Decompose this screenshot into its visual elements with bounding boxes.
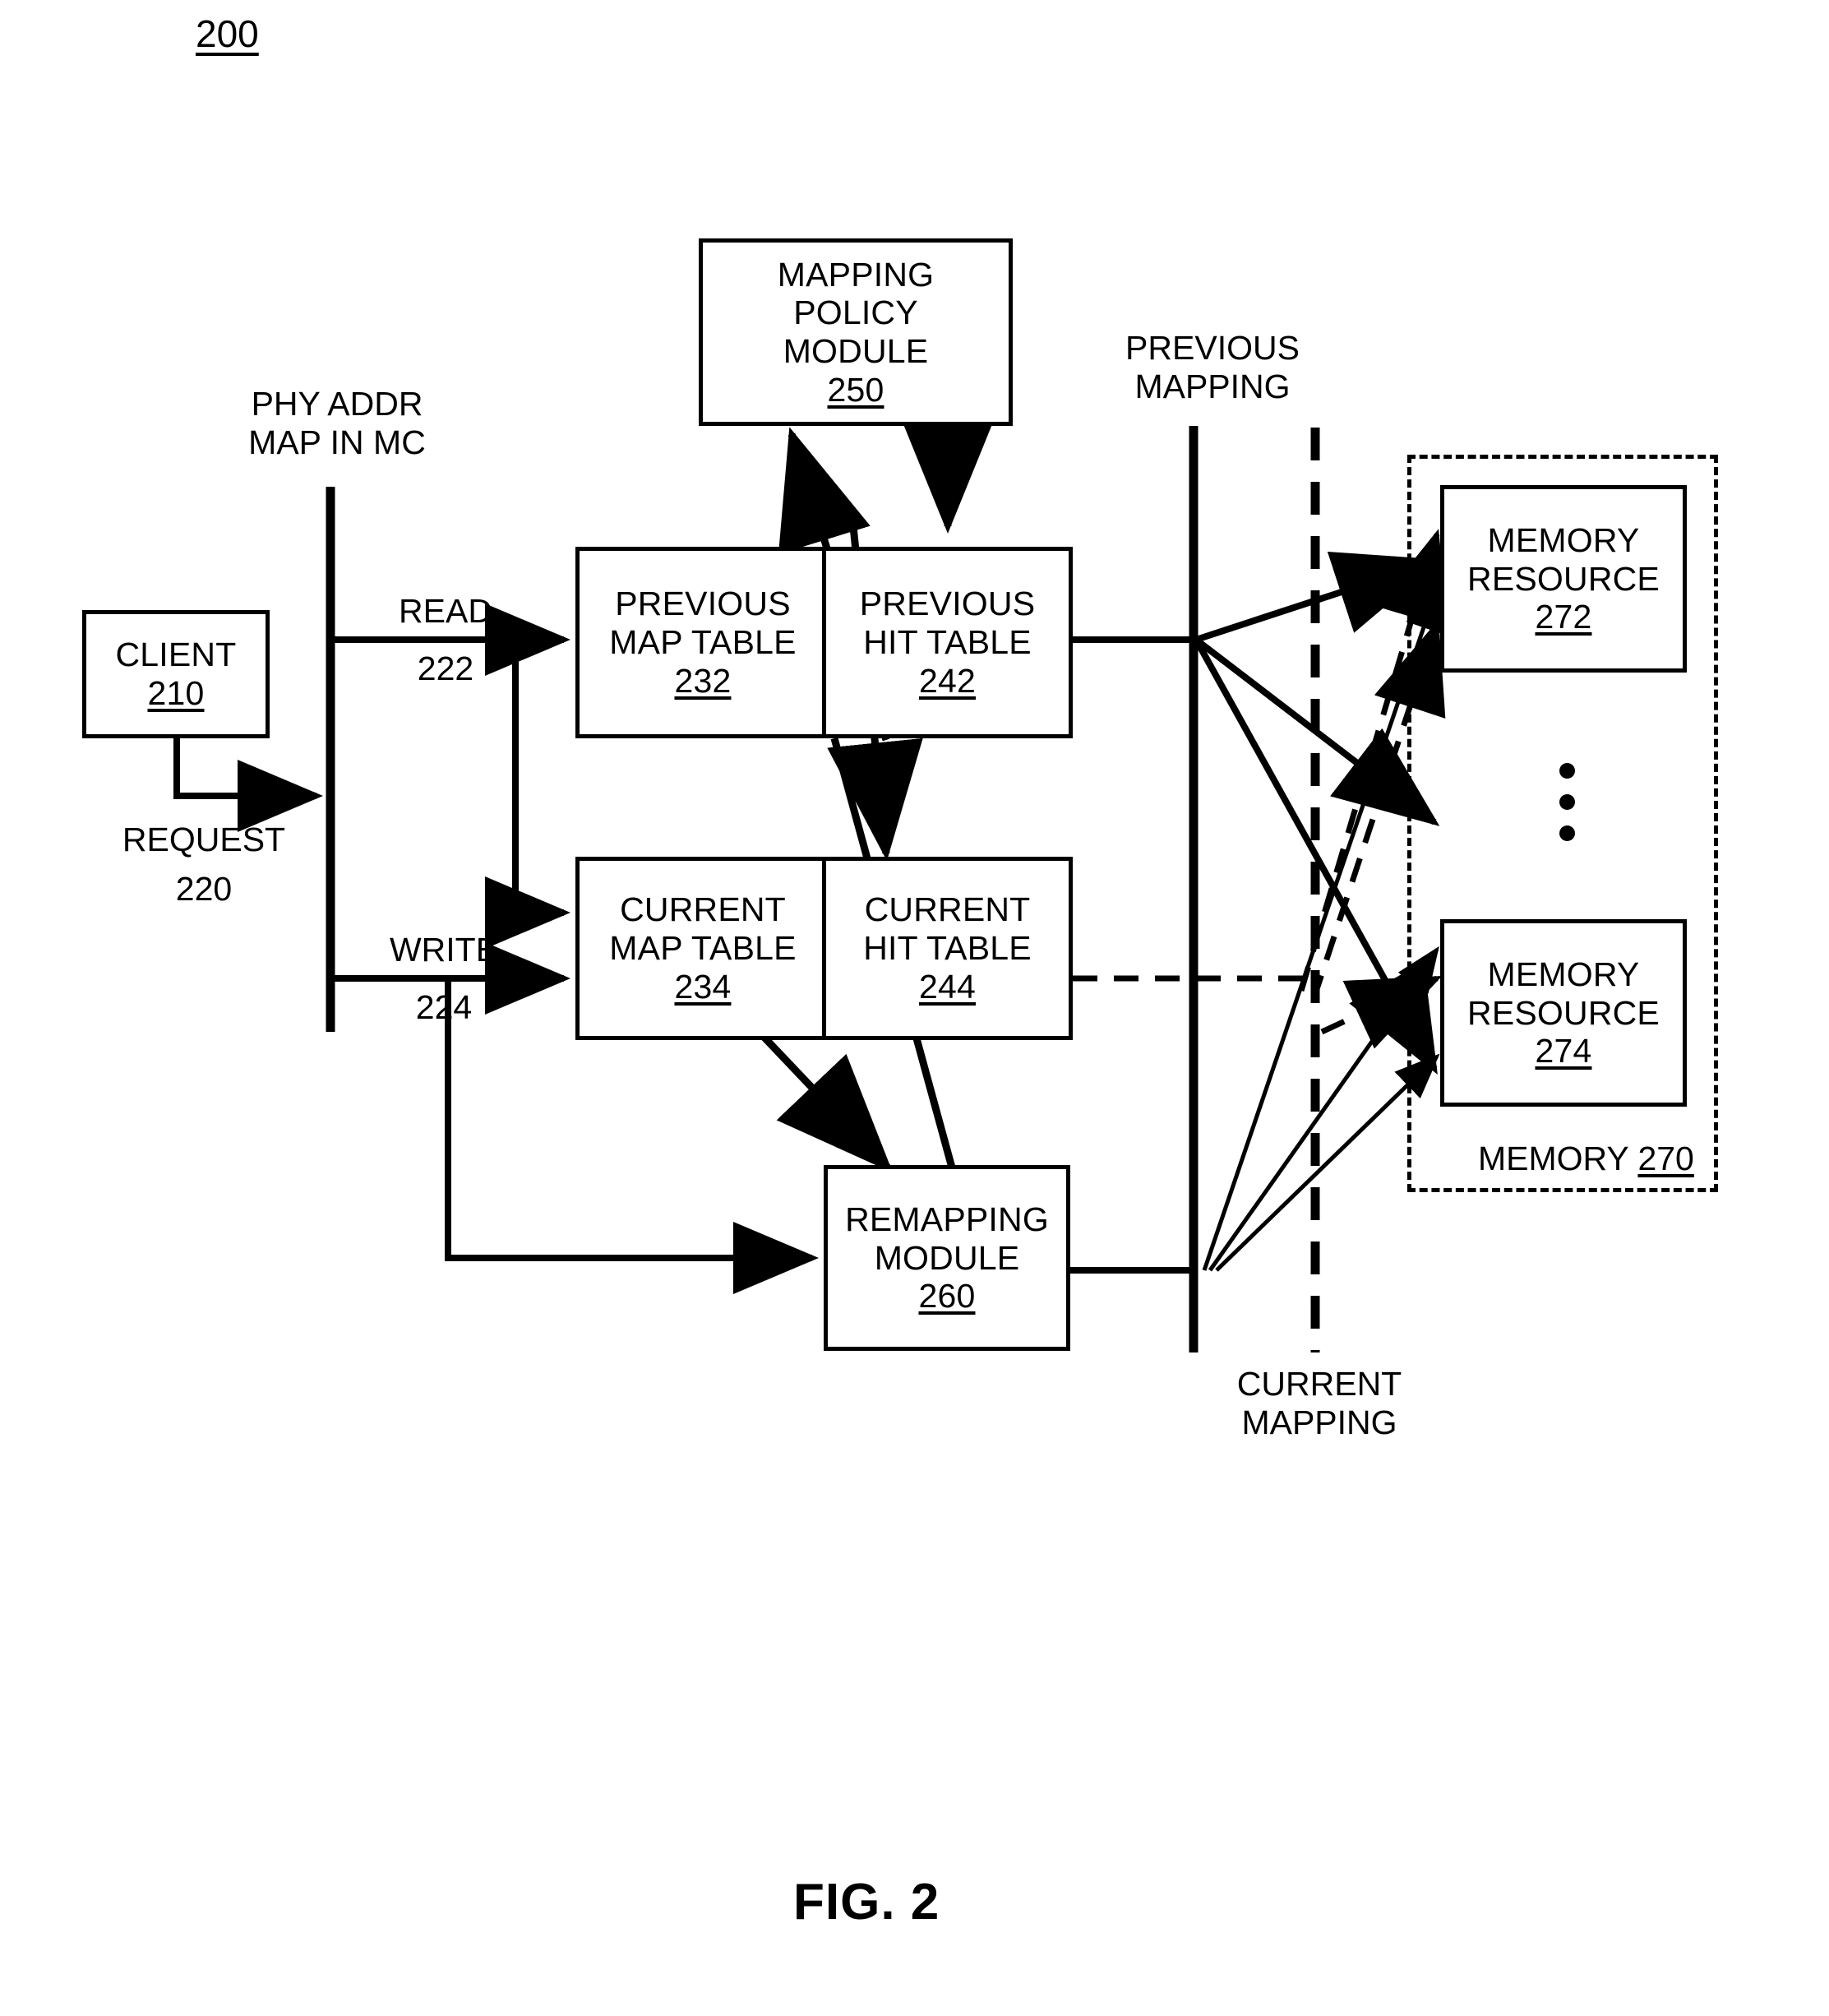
mapping-policy-module-node[interactable]: MAPPING POLICY MODULE 250 — [699, 238, 1013, 426]
read-ref-label: 222 — [372, 650, 520, 688]
previous-mapping-arrow-3 — [1193, 638, 1438, 1075]
read-label: READ — [372, 592, 520, 631]
previous-mapping-line-2: MAPPING — [1134, 367, 1291, 405]
current-map-table-node[interactable]: CURRENT MAP TABLE 234 — [575, 857, 826, 1040]
mapping-policy-ref: 250 — [827, 370, 884, 409]
ellipsis-dot-1 — [1559, 763, 1575, 779]
mapping-policy-line-3: MODULE — [783, 332, 929, 370]
mapping-policy-line-1: MAPPING — [777, 255, 935, 294]
current-mapping-line-2: MAPPING — [1241, 1403, 1397, 1441]
current-map-table-line-1: CURRENT — [620, 890, 786, 929]
request-text: REQUEST — [122, 821, 286, 858]
write-ref: 224 — [415, 988, 473, 1026]
previous-map-table-line-1: PREVIOUS — [615, 585, 791, 623]
current-map-table-line-2: MAP TABLE — [609, 929, 797, 968]
previous-mapping-arrow-1 — [1194, 551, 1441, 643]
previous-mapping-label: PREVIOUS MAPPING — [1102, 329, 1323, 405]
previous-map-table-line-2: MAP TABLE — [609, 623, 797, 662]
memory-resource-272-line-1: MEMORY — [1487, 520, 1640, 559]
client-ref: 210 — [147, 674, 205, 712]
current-mapping-arrow-2 — [1208, 946, 1439, 1272]
read-text: READ — [399, 592, 492, 630]
previous-map-table-node[interactable]: PREVIOUS MAP TABLE 232 — [575, 547, 826, 738]
mapping-policy-line-2: POLICY — [793, 294, 918, 332]
read-ref: 222 — [417, 650, 474, 687]
memory-resource-274-line-2: RESOURCE — [1467, 993, 1660, 1032]
current-hit-table-node[interactable]: CURRENT HIT TABLE 244 — [822, 857, 1073, 1040]
memory-resource-274-ref: 274 — [1535, 1032, 1592, 1070]
memory-group-ref: 270 — [1637, 1140, 1694, 1177]
memory-resource-272-node[interactable]: MEMORY RESOURCE 272 — [1440, 485, 1687, 673]
current-map-table-ref: 234 — [674, 967, 732, 1006]
previous-hit-table-ref: 242 — [918, 661, 976, 700]
read-branch-connector — [485, 640, 570, 949]
client-node[interactable]: CLIENT 210 — [82, 610, 270, 738]
memory-resource-272-ref: 272 — [1535, 598, 1592, 636]
figure-canvas: 200 CLIENT 210 MAPPING POLICY MODULE 250… — [0, 0, 1829, 2016]
ellipsis-dot-2 — [1559, 794, 1575, 810]
memory-resource-272-line-2: RESOURCE — [1467, 559, 1660, 598]
phy-addr-map-label: PHY ADDR MAP IN MC — [230, 385, 444, 461]
previous-hit-table-node[interactable]: PREVIOUS HIT TABLE 242 — [822, 547, 1073, 738]
phy-addr-map-line-2: MAP IN MC — [248, 423, 426, 461]
memory-group-text: MEMORY — [1478, 1140, 1629, 1177]
current-hit-table-line-2: HIT TABLE — [863, 929, 1032, 968]
request-label: REQUEST — [97, 821, 311, 859]
write-text: WRITE — [389, 931, 499, 969]
current-mapping-arrow-3 — [1215, 1053, 1440, 1272]
ellipsis-dot-3 — [1559, 825, 1575, 841]
previous-map-table-ref: 232 — [674, 661, 732, 700]
figure-caption-text: FIG. 2 — [793, 1874, 940, 1930]
request-ref-label: 220 — [97, 870, 311, 909]
request-ref: 220 — [175, 870, 233, 908]
previous-hit-table-line-1: PREVIOUS — [859, 585, 1036, 623]
previous-mapping-arrow-2 — [1194, 636, 1440, 826]
current-map-remapping-arrow — [653, 923, 894, 1173]
remapping-module-ref: 260 — [918, 1277, 976, 1315]
remapping-module-node[interactable]: REMAPPING MODULE 260 — [824, 1165, 1070, 1351]
current-hit-table-line-1: CURRENT — [864, 890, 1031, 929]
current-mapping-line-1: CURRENT — [1236, 1365, 1402, 1403]
previous-mapping-line-1: PREVIOUS — [1125, 329, 1300, 367]
client-label: CLIENT — [115, 636, 237, 674]
write-label: WRITE — [362, 931, 526, 969]
current-hit-table-ref: 244 — [918, 967, 976, 1006]
request-connector — [173, 738, 323, 832]
figure-caption: FIG. 2 — [793, 1873, 940, 1931]
memory-resource-274-line-1: MEMORY — [1487, 955, 1640, 993]
current-mapping-arrow-1 — [1202, 585, 1442, 1271]
previous-hit-table-line-2: HIT TABLE — [863, 623, 1032, 662]
remapping-module-line-2: MODULE — [874, 1238, 1020, 1277]
memory-group-label: MEMORY 270 — [1478, 1140, 1694, 1178]
write-ref-label: 224 — [362, 988, 526, 1027]
figure-number: 200 — [196, 12, 259, 55]
remapping-module-line-1: REMAPPING — [845, 1200, 1049, 1238]
phy-addr-map-line-1: PHY ADDR — [251, 385, 423, 423]
memory-resource-274-node[interactable]: MEMORY RESOURCE 274 — [1440, 919, 1687, 1107]
current-mapping-label: CURRENT MAPPING — [1217, 1365, 1422, 1441]
